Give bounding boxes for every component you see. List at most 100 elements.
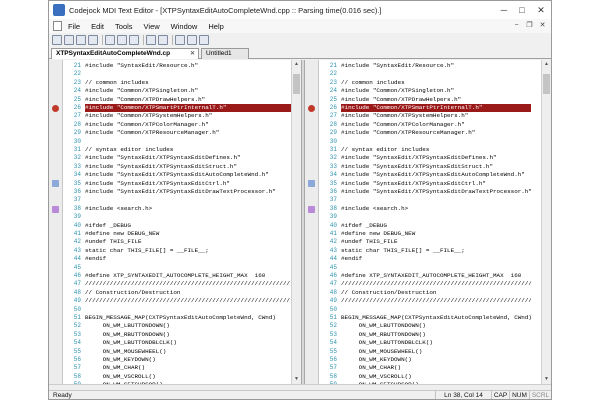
code-line[interactable]: ON_WM_RBUTTONDOWN() bbox=[85, 331, 291, 339]
bookmark-icon[interactable] bbox=[308, 180, 315, 188]
tab-syntax-edit-cpp[interactable]: XTPSyntaxEditAutoCompleteWnd.cp ✕ bbox=[51, 48, 199, 59]
code-line[interactable]: #endif bbox=[85, 255, 291, 263]
code-area[interactable]: #include "SyntaxEdit/Resource.h" // commo… bbox=[341, 60, 531, 384]
code-line[interactable]: #include "Common/XTPSingleton.h" bbox=[85, 87, 291, 95]
code-line[interactable] bbox=[341, 306, 531, 314]
code-line[interactable] bbox=[85, 264, 291, 272]
code-line-breakpoint[interactable]: #include "Common/XTPSmartPtrInternalT.h" bbox=[85, 104, 291, 113]
code-line[interactable]: #include "SyntaxEdit/XTPSyntaxEditCtrl.h… bbox=[85, 180, 291, 188]
code-line[interactable]: #include "SyntaxEdit/Resource.h" bbox=[341, 62, 531, 70]
code-line[interactable]: #include "SyntaxEdit/XTPSyntaxEditDefine… bbox=[85, 154, 291, 162]
scroll-down-arrow-icon[interactable]: ▼ bbox=[292, 375, 301, 384]
code-line-breakpoint[interactable]: #include "Common/XTPSmartPtrInternalT.h" bbox=[341, 104, 531, 113]
code-line[interactable]: ON_WM_VSCROLL() bbox=[85, 373, 291, 381]
code-line[interactable] bbox=[85, 306, 291, 314]
bookmark-icon[interactable] bbox=[308, 205, 315, 213]
code-line[interactable]: ON_WM_RBUTTONDOWN() bbox=[341, 331, 531, 339]
code-line[interactable]: #include "SyntaxEdit/Resource.h" bbox=[85, 62, 291, 70]
mdi-restore-button[interactable]: ❐ bbox=[523, 20, 536, 32]
cut-icon[interactable] bbox=[105, 35, 115, 45]
document-icon[interactable] bbox=[53, 21, 62, 31]
close-button[interactable]: ✕ bbox=[531, 1, 551, 19]
code-line[interactable] bbox=[85, 196, 291, 204]
code-line[interactable]: #define new DEBUG_NEW bbox=[85, 230, 291, 238]
code-line[interactable]: #include "Common/XTPSystemHelpers.h" bbox=[341, 112, 531, 120]
marker-gutter[interactable] bbox=[49, 60, 63, 384]
bookmark-icon[interactable] bbox=[52, 180, 59, 188]
code-line[interactable] bbox=[341, 264, 531, 272]
code-line[interactable]: ////////////////////////////////////////… bbox=[341, 280, 531, 288]
title-bar[interactable]: Codejock MDI Text Editor - [XTPSyntaxEdi… bbox=[49, 1, 551, 19]
new-file-icon[interactable] bbox=[52, 35, 62, 45]
code-line[interactable]: #include "Common/XTPDrawHelpers.h" bbox=[85, 96, 291, 104]
code-line[interactable]: ////////////////////////////////////////… bbox=[85, 297, 291, 305]
code-line[interactable]: ON_WM_CHAR() bbox=[85, 364, 291, 372]
bookmark-icon[interactable] bbox=[52, 205, 59, 213]
code-line[interactable]: ON_WM_MOUSEWHEEL() bbox=[85, 348, 291, 356]
code-line[interactable]: #define XTP_SYNTAXEDIT_AUTOCOMPLETE_HEIG… bbox=[85, 272, 291, 280]
open-folder-icon[interactable] bbox=[64, 35, 74, 45]
vertical-scrollbar-right[interactable]: ▲ ▼ bbox=[541, 60, 551, 384]
code-line[interactable]: ////////////////////////////////////////… bbox=[341, 297, 531, 305]
code-line[interactable]: ON_WM_LBUTTONDOWN() bbox=[85, 322, 291, 330]
menu-file[interactable]: File bbox=[68, 22, 80, 31]
code-line[interactable] bbox=[341, 70, 531, 78]
code-line[interactable]: #include "SyntaxEdit/XTPSyntaxEditCtrl.h… bbox=[341, 180, 531, 188]
code-line[interactable]: #include "SyntaxEdit/XTPSyntaxEditAutoCo… bbox=[341, 171, 531, 179]
code-line[interactable]: #include "Common/XTPResourceManager.h" bbox=[341, 129, 531, 137]
breakpoint-icon[interactable] bbox=[308, 104, 315, 112]
code-line[interactable]: // syntax editor includes bbox=[85, 146, 291, 154]
code-line[interactable]: // Construction/Destruction bbox=[341, 289, 531, 297]
code-line[interactable]: #ifdef _DEBUG bbox=[85, 222, 291, 230]
editor-pane-left[interactable]: 21 22 23 24 25 26 27 28 29 30 31 32 33 34 35 36 37 38 39 40… bbox=[49, 60, 301, 384]
marker-gutter[interactable] bbox=[305, 60, 319, 384]
code-line[interactable] bbox=[85, 70, 291, 78]
maximize-button[interactable]: □ bbox=[513, 1, 531, 19]
editor-pane-right[interactable]: 21 22 23 24 25 26 27 28 29 30 31 32 33 34 35 36 37 38 39 40… bbox=[305, 60, 541, 384]
code-line[interactable]: #define XTP_SYNTAXEDIT_AUTOCOMPLETE_HEIG… bbox=[341, 272, 531, 280]
code-area[interactable]: #include "SyntaxEdit/Resource.h" // commo… bbox=[85, 60, 291, 384]
code-line[interactable]: #include <search.h> bbox=[85, 205, 291, 213]
minimize-button[interactable]: ─ bbox=[495, 1, 513, 19]
redo-icon[interactable] bbox=[158, 35, 168, 45]
code-line[interactable]: ON_WM_LBUTTONDBLCLK() bbox=[341, 339, 531, 347]
menu-help[interactable]: Help bbox=[208, 22, 223, 31]
tab-close-icon[interactable]: ✕ bbox=[190, 49, 195, 59]
mdi-close-button[interactable]: ✕ bbox=[536, 20, 549, 32]
paste-icon[interactable] bbox=[129, 35, 139, 45]
code-line[interactable]: ON_WM_LBUTTONDBLCLK() bbox=[85, 339, 291, 347]
code-line[interactable]: #include "SyntaxEdit/XTPSyntaxEditDrawTe… bbox=[341, 188, 531, 196]
code-line[interactable]: ON_WM_KEYDOWN() bbox=[85, 356, 291, 364]
code-line[interactable]: #include "Common/XTPResourceManager.h" bbox=[85, 129, 291, 137]
code-line[interactable]: ON_WM_CHAR() bbox=[341, 364, 531, 372]
code-line[interactable]: BEGIN_MESSAGE_MAP(CXTPSyntaxEditAutoComp… bbox=[85, 314, 291, 322]
code-line[interactable]: #include "Common/XTPColorManager.h" bbox=[85, 121, 291, 129]
code-line[interactable]: // common includes bbox=[341, 79, 531, 87]
print-preview-icon[interactable] bbox=[187, 35, 197, 45]
code-line[interactable]: ON_WM_KEYDOWN() bbox=[341, 356, 531, 364]
scroll-down-arrow-icon[interactable]: ▼ bbox=[542, 375, 551, 384]
menu-tools[interactable]: Tools bbox=[115, 22, 133, 31]
code-line[interactable]: ON_WM_LBUTTONDOWN() bbox=[341, 322, 531, 330]
code-line[interactable] bbox=[85, 138, 291, 146]
scroll-thumb[interactable] bbox=[293, 74, 300, 94]
code-line[interactable]: // syntax editor includes bbox=[341, 146, 531, 154]
code-line[interactable]: #include "SyntaxEdit/XTPSyntaxEditDefine… bbox=[341, 154, 531, 162]
code-line[interactable]: #include "Common/XTPSystemHelpers.h" bbox=[85, 112, 291, 120]
code-line[interactable] bbox=[341, 196, 531, 204]
save-icon[interactable] bbox=[76, 35, 86, 45]
code-line[interactable]: BEGIN_MESSAGE_MAP(CXTPSyntaxEditAutoComp… bbox=[341, 314, 531, 322]
vertical-scrollbar-left[interactable]: ▲ ▼ bbox=[291, 60, 301, 384]
menu-view[interactable]: View bbox=[144, 22, 160, 31]
code-line[interactable]: #include "SyntaxEdit/XTPSyntaxEditStruct… bbox=[85, 163, 291, 171]
save-all-icon[interactable] bbox=[88, 35, 98, 45]
scroll-up-arrow-icon[interactable]: ▲ bbox=[292, 60, 301, 69]
code-line[interactable]: #ifdef _DEBUG bbox=[341, 222, 531, 230]
print-icon[interactable] bbox=[175, 35, 185, 45]
code-line[interactable]: ////////////////////////////////////////… bbox=[85, 280, 291, 288]
code-line[interactable]: #include "Common/XTPSingleton.h" bbox=[341, 87, 531, 95]
code-line[interactable]: ON_WM_VSCROLL() bbox=[341, 373, 531, 381]
code-line[interactable]: static char THIS_FILE[] = __FILE__; bbox=[341, 247, 531, 255]
copy-icon[interactable] bbox=[117, 35, 127, 45]
code-line[interactable]: ON_WM_MOUSEWHEEL() bbox=[341, 348, 531, 356]
